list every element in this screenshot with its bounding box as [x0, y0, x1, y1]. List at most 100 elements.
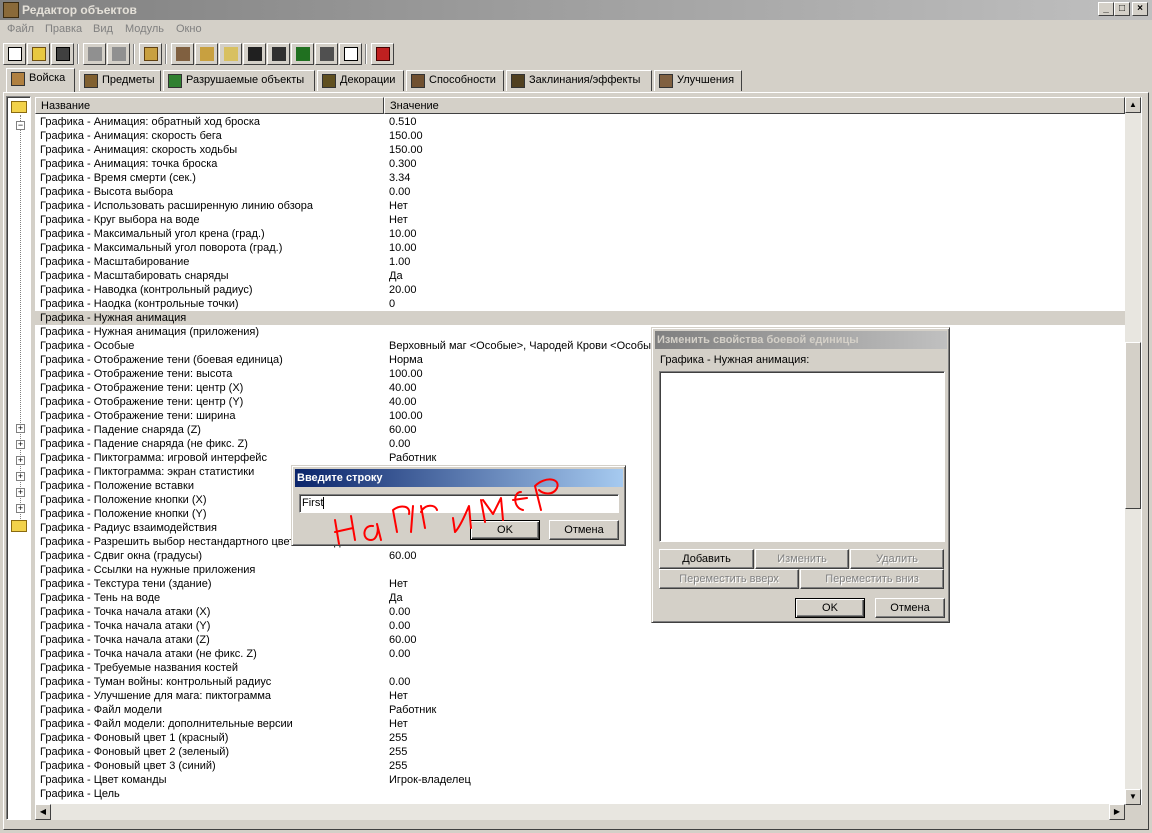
expand-icon[interactable]: + [16, 472, 25, 481]
table-row[interactable]: Графика - Цель [35, 787, 1125, 801]
vertical-scrollbar[interactable]: ▲ ▼ [1125, 97, 1141, 805]
paste-button[interactable] [107, 43, 130, 65]
table-row[interactable]: Графика - Падение снаряда (Z) 60.00 [35, 423, 1125, 437]
tab-upgrades[interactable]: Улучшения [654, 70, 742, 91]
open-button[interactable] [27, 43, 50, 65]
new-button[interactable] [3, 43, 26, 65]
table-row[interactable]: Графика - Масштабировать снаряды Да [35, 269, 1125, 283]
table-row[interactable]: Графика - Файл модели: дополнительные ве… [35, 717, 1125, 731]
close-button[interactable]: × [1132, 2, 1148, 16]
expand-icon[interactable]: + [16, 440, 25, 449]
table-row[interactable]: Графика - Туман войны: контрольный радиу… [35, 675, 1125, 689]
save-button[interactable] [51, 43, 74, 65]
scroll-right-button[interactable]: ▶ [1109, 804, 1125, 820]
move-down-button[interactable]: Переместить вниз [800, 569, 944, 589]
table-row[interactable]: Графика - Анимация: скорость ходьбы 150.0… [35, 143, 1125, 157]
table-row[interactable]: Графика - Отображение тени (боевая едини… [35, 353, 1125, 367]
terrain-editor-button[interactable] [171, 43, 194, 65]
scroll-down-button[interactable]: ▼ [1125, 789, 1141, 805]
object-editor-button[interactable] [243, 43, 266, 65]
menu-window[interactable]: Окно [176, 23, 202, 35]
ok-button[interactable]: OK [470, 520, 540, 540]
folder-icon[interactable] [11, 520, 27, 532]
expand-icon[interactable]: + [16, 504, 25, 513]
table-row[interactable]: Графика - Время смерти (сек.) 3.34 [35, 171, 1125, 185]
scroll-up-button[interactable]: ▲ [1125, 97, 1141, 113]
table-row[interactable]: Графика - Текстура тени (здание) Нет [35, 577, 1125, 591]
table-row[interactable]: Графика - Отображение тени: высота 100.00 [35, 367, 1125, 381]
copy-button[interactable] [83, 43, 106, 65]
values-list[interactable] [659, 371, 945, 542]
tab-buffs[interactable]: Заклинания/эффекты [506, 70, 652, 91]
table-row[interactable]: Графика - Фоновый цвет 3 (синий) 255 [35, 759, 1125, 773]
import-button[interactable] [315, 43, 338, 65]
tab-items[interactable]: Предметы [79, 70, 161, 91]
tab-doodads[interactable]: Декорации [317, 70, 404, 91]
table-row[interactable]: Графика - Отображение тени: центр (Y) 40.… [35, 395, 1125, 409]
cancel-button[interactable]: Отмена [549, 520, 619, 540]
scroll-thumb[interactable] [1125, 342, 1141, 509]
table-row[interactable]: Графика - Падение снаряда (не фикс. Z) 0.… [35, 437, 1125, 451]
tab-abilities[interactable]: Способности [406, 70, 504, 91]
expand-icon[interactable]: + [16, 488, 25, 497]
table-row[interactable]: Графика - Точка начала атаки (Y) 0.00 [35, 619, 1125, 633]
table-row[interactable]: Графика - Использовать расширенную линию… [35, 199, 1125, 213]
folder-icon[interactable] [11, 101, 27, 113]
table-row[interactable]: Графика - Круг выбора на воде Нет [35, 213, 1125, 227]
object-tree[interactable]: − + + + + + + [6, 96, 31, 820]
tab-units[interactable]: Войска [6, 68, 75, 92]
table-row[interactable]: Графика - Анимация: точка броска 0.300 [35, 157, 1125, 171]
collapse-icon[interactable]: − [16, 121, 25, 130]
table-row[interactable]: Графика - Фоновый цвет 2 (зеленый) 255 [35, 745, 1125, 759]
table-row[interactable]: Графика - Нужная анимация (приложения) [35, 325, 1125, 339]
expand-icon[interactable]: + [16, 424, 25, 433]
table-row[interactable]: Графика - Требуемые названия костей [35, 661, 1125, 675]
unit-editor-button[interactable] [139, 43, 162, 65]
table-row[interactable]: Графика - Точка начала атаки (X) 0.00 [35, 605, 1125, 619]
edit-button[interactable]: Изменить [755, 549, 849, 569]
table-row[interactable]: Графика - Ссылки на нужные приложения [35, 563, 1125, 577]
column-header-name[interactable]: Название [35, 97, 384, 114]
table-row[interactable]: Графика - Фоновый цвет 1 (красный) 255 [35, 731, 1125, 745]
maximize-button[interactable]: □ [1114, 2, 1130, 16]
ok-button[interactable]: OK [795, 598, 865, 618]
table-row[interactable]: Графика - Масштабирование 1.00 [35, 255, 1125, 269]
minimize-button[interactable]: _ [1098, 2, 1114, 16]
table-row[interactable]: Графика - Максимальный угол поворота (гр… [35, 241, 1125, 255]
table-row[interactable]: Графика - Нужная анимация [35, 311, 1125, 325]
table-row[interactable]: Графика - Улучшение для мага: пиктограмм… [35, 689, 1125, 703]
trigger-editor-button[interactable] [267, 43, 290, 65]
table-row[interactable]: Графика - Пиктограмма: игровой интерфейс… [35, 451, 1125, 465]
table-row[interactable]: Графика - Сдвиг окна (градусы) 60.00 [35, 549, 1125, 563]
delete-button[interactable]: Удалить [850, 549, 944, 569]
table-row[interactable]: Графика - Тень на воде Да [35, 591, 1125, 605]
add-button[interactable]: Добавить [659, 549, 754, 569]
table-row[interactable]: Графика - Отображение тени: центр (X) 40.… [35, 381, 1125, 395]
scroll-left-button[interactable]: ◀ [35, 804, 51, 820]
horizontal-scrollbar[interactable]: ◀ ▶ [35, 804, 1125, 820]
table-row[interactable]: Графика - Файл модели Работник [35, 703, 1125, 717]
table-row[interactable]: Графика - Цвет команды Игрок-владелец [35, 773, 1125, 787]
column-header-value[interactable]: Значение [384, 97, 1125, 114]
export-button[interactable] [339, 43, 362, 65]
table-row[interactable]: Графика - Особые Верховный маг <Особые>, … [35, 339, 1125, 353]
table-row[interactable]: Графика - Максимальный угол крена (град.… [35, 227, 1125, 241]
table-row[interactable]: Графика - Высота выбора 0.00 [35, 185, 1125, 199]
ability-editor-button[interactable] [219, 43, 242, 65]
table-row[interactable]: Графика - Точка начала атаки (Z) 60.00 [35, 633, 1125, 647]
table-row[interactable]: Графика - Наводка (контрольный радиус) 20… [35, 283, 1125, 297]
ai-editor-button[interactable] [291, 43, 314, 65]
table-row[interactable]: Графика - Наодка (контрольные точки) 0 [35, 297, 1125, 311]
move-up-button[interactable]: Переместить вверх [659, 569, 799, 589]
expand-icon[interactable]: + [16, 456, 25, 465]
tab-destructibles[interactable]: Разрушаемые объекты [163, 70, 315, 91]
menu-edit[interactable]: Правка [45, 23, 82, 35]
menu-view[interactable]: Вид [93, 23, 113, 35]
menu-module[interactable]: Модуль [125, 23, 164, 35]
table-row[interactable]: Графика - Анимация: скорость бега 150.00 [35, 129, 1125, 143]
table-row[interactable]: Графика - Точка начала атаки (не фикс. Z… [35, 647, 1125, 661]
string-input[interactable]: First [299, 494, 619, 513]
cancel-button[interactable]: Отмена [875, 598, 945, 618]
sound-editor-button[interactable] [195, 43, 218, 65]
menu-file[interactable]: Файл [7, 23, 34, 35]
